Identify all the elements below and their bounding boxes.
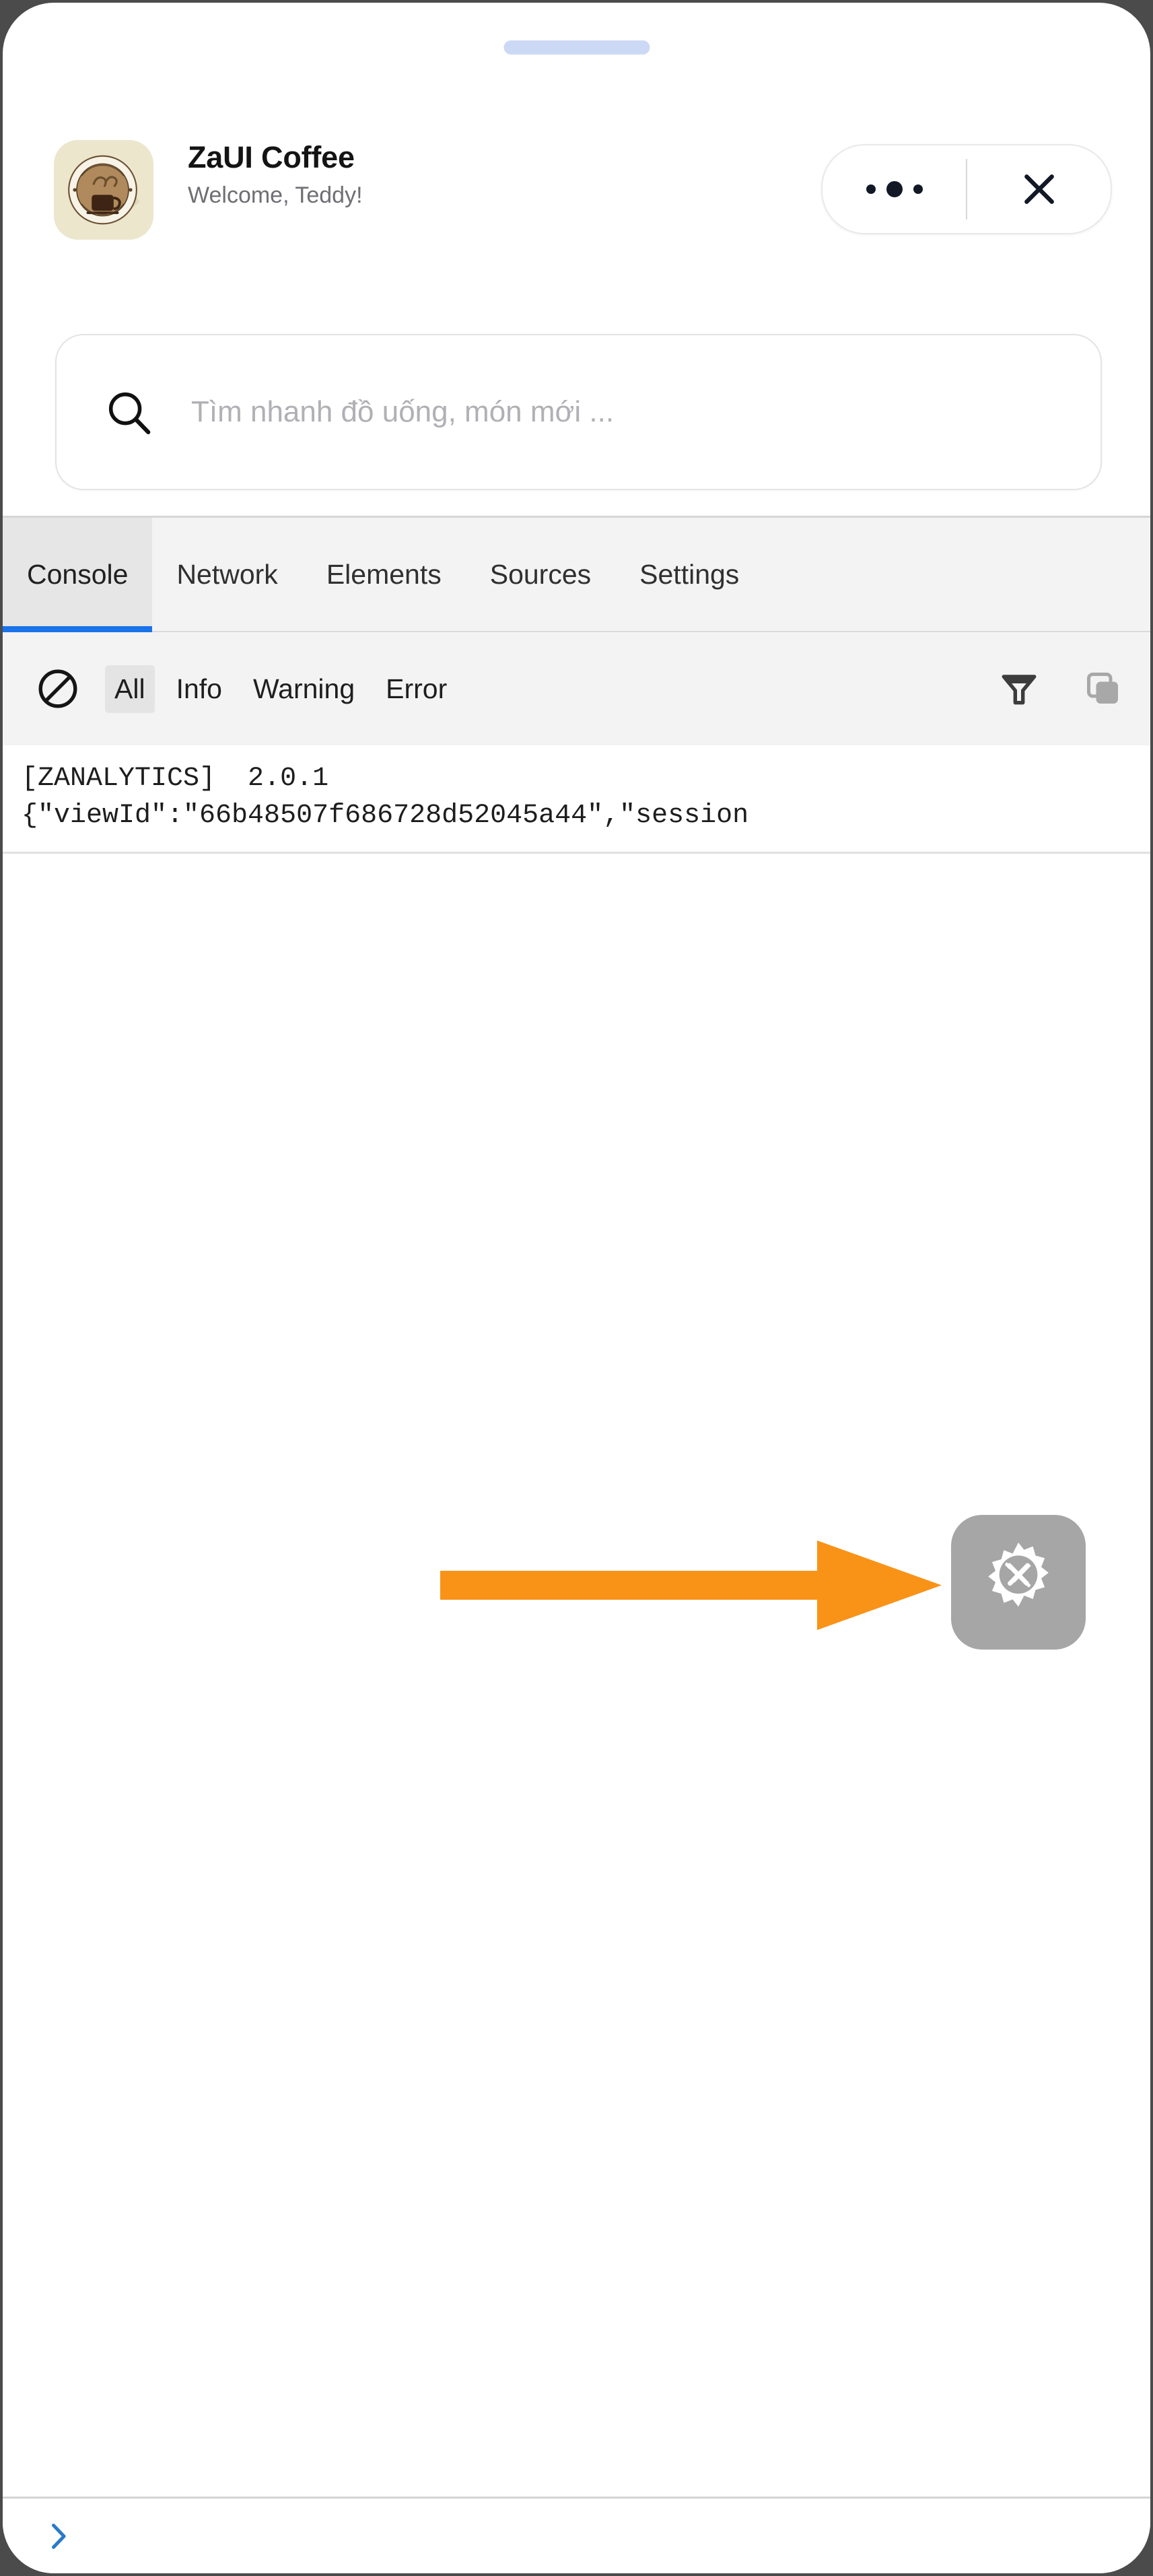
- console-log-line: [ZANALYTICS] 2.0.1: [22, 764, 329, 794]
- console-log-line: {"viewId":"66b48507f686728d52045a44","se…: [22, 801, 749, 831]
- more-options-button[interactable]: [823, 145, 966, 233]
- devtools-toggle-button[interactable]: [951, 1515, 1086, 1650]
- three-dots-icon: [866, 181, 923, 197]
- app-header: ZaUI Coffee Welcome, Teddy!: [3, 131, 1150, 252]
- tab-settings[interactable]: Settings: [615, 518, 763, 631]
- search-icon: [108, 392, 151, 434]
- clear-console-button[interactable]: [35, 666, 81, 712]
- copy-console-button[interactable]: [1083, 669, 1123, 709]
- tab-sources[interactable]: Sources: [466, 518, 615, 631]
- search-input[interactable]: [190, 388, 1000, 436]
- console-filterbar: All Info Warning Error: [3, 632, 1150, 747]
- tab-console[interactable]: Console: [3, 518, 153, 632]
- page-title: ZaUI Coffee: [188, 140, 355, 174]
- close-icon: [1024, 174, 1054, 204]
- miniapp-controls: [821, 144, 1112, 234]
- drag-handle[interactable]: [503, 40, 650, 55]
- clear-console-icon: [38, 669, 77, 708]
- tab-elements[interactable]: Elements: [302, 518, 466, 631]
- filter-level-all[interactable]: All: [105, 665, 155, 713]
- gear-tools-icon: [988, 1543, 1049, 1607]
- search-bar[interactable]: [55, 334, 1102, 490]
- mini-app-window: ZaUI Coffee Welcome, Teddy! Tìm nhanh đồ…: [3, 3, 1150, 2573]
- filter-funnel-button[interactable]: [998, 668, 1040, 710]
- filter-level-error[interactable]: Error: [376, 665, 456, 713]
- console-prompt[interactable]: [3, 2497, 1150, 2573]
- copy-icon: [1087, 673, 1118, 704]
- tab-network[interactable]: Network: [152, 518, 302, 631]
- zaui-coffee-logo: [54, 140, 153, 240]
- funnel-filter-icon: [1002, 675, 1037, 705]
- devtools-tabbar: Console Network Elements Sources Setting…: [3, 518, 1150, 632]
- close-button[interactable]: [967, 145, 1111, 233]
- filter-level-info[interactable]: Info: [167, 665, 232, 713]
- app-title-block: ZaUI Coffee Welcome, Teddy!: [188, 137, 363, 213]
- console-log-row[interactable]: [ZANALYTICS] 2.0.1 {"viewId":"66b48507f6…: [3, 745, 1150, 854]
- welcome-message: Welcome, Teddy!: [188, 182, 363, 208]
- filter-level-warning[interactable]: Warning: [244, 665, 364, 713]
- chevron-right-icon: [52, 2523, 66, 2549]
